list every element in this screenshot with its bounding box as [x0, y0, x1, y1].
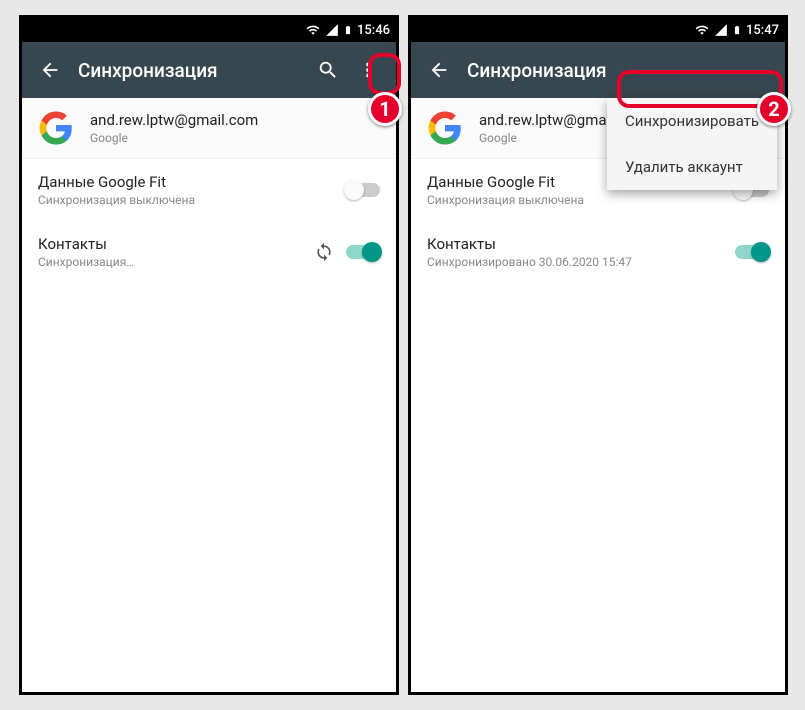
toggle-switch[interactable]	[346, 245, 380, 259]
app-bar: Синхронизация Синхронизировать Удалить а…	[411, 42, 785, 98]
sync-item-fit[interactable]: Данные Google Fit Синхронизация выключен…	[22, 159, 396, 221]
phone-right: 15:47 Синхронизация Синхронизировать Уда…	[408, 15, 788, 695]
appbar-title: Синхронизация	[467, 59, 777, 82]
search-button[interactable]	[308, 50, 348, 90]
overflow-menu-button[interactable]	[348, 50, 388, 90]
arrow-back-icon	[428, 59, 450, 81]
sync-item-contacts[interactable]: Контакты Синхронизировано 30.06.2020 15:…	[411, 221, 785, 283]
google-logo-icon	[38, 110, 74, 146]
wifi-icon	[305, 23, 321, 37]
back-button[interactable]	[419, 50, 459, 90]
item-title: Контакты	[38, 235, 314, 253]
annotation-badge-2: 2	[757, 92, 791, 126]
overflow-menu: Синхронизировать Удалить аккаунт	[607, 98, 777, 190]
menu-delete-account[interactable]: Удалить аккаунт	[607, 144, 777, 190]
item-subtitle: Синхронизация выключена	[427, 193, 735, 207]
arrow-back-icon	[39, 59, 61, 81]
sync-item-contacts[interactable]: Контакты Синхронизация…	[22, 221, 396, 283]
item-subtitle: Синхронизация выключена	[38, 193, 346, 207]
toggle-switch[interactable]	[735, 245, 769, 259]
status-time: 15:47	[746, 23, 779, 38]
search-icon	[317, 59, 339, 81]
item-subtitle: Синхронизировано 30.06.2020 15:47	[427, 255, 735, 269]
battery-icon	[732, 22, 742, 38]
account-texts: and.rew.lptw@gmail.com Google	[90, 111, 258, 145]
back-button[interactable]	[30, 50, 70, 90]
account-provider: Google	[90, 131, 258, 145]
toggle-switch[interactable]	[346, 183, 380, 197]
signal-icon	[714, 23, 728, 37]
status-time: 15:46	[357, 23, 390, 38]
status-bar: 15:46	[22, 18, 396, 42]
signal-icon	[325, 23, 339, 37]
phone-left: 15:46 Синхронизация and.rew.lptw@gmail.c…	[19, 15, 399, 695]
item-subtitle: Синхронизация…	[38, 255, 314, 269]
wifi-icon	[694, 23, 710, 37]
app-bar: Синхронизация	[22, 42, 396, 98]
menu-sync-now[interactable]: Синхронизировать	[607, 98, 777, 144]
more-vert-icon	[357, 59, 379, 81]
item-title: Контакты	[427, 235, 735, 253]
annotation-badge-1: 1	[368, 92, 402, 126]
account-row[interactable]: and.rew.lptw@gmail.com Google	[22, 98, 396, 159]
sync-icon	[314, 242, 334, 262]
item-title: Данные Google Fit	[38, 173, 346, 191]
battery-icon	[343, 22, 353, 38]
google-logo-icon	[427, 110, 463, 146]
status-bar: 15:47	[411, 18, 785, 42]
account-email: and.rew.lptw@gmail.com	[90, 111, 258, 129]
appbar-title: Синхронизация	[78, 59, 308, 82]
